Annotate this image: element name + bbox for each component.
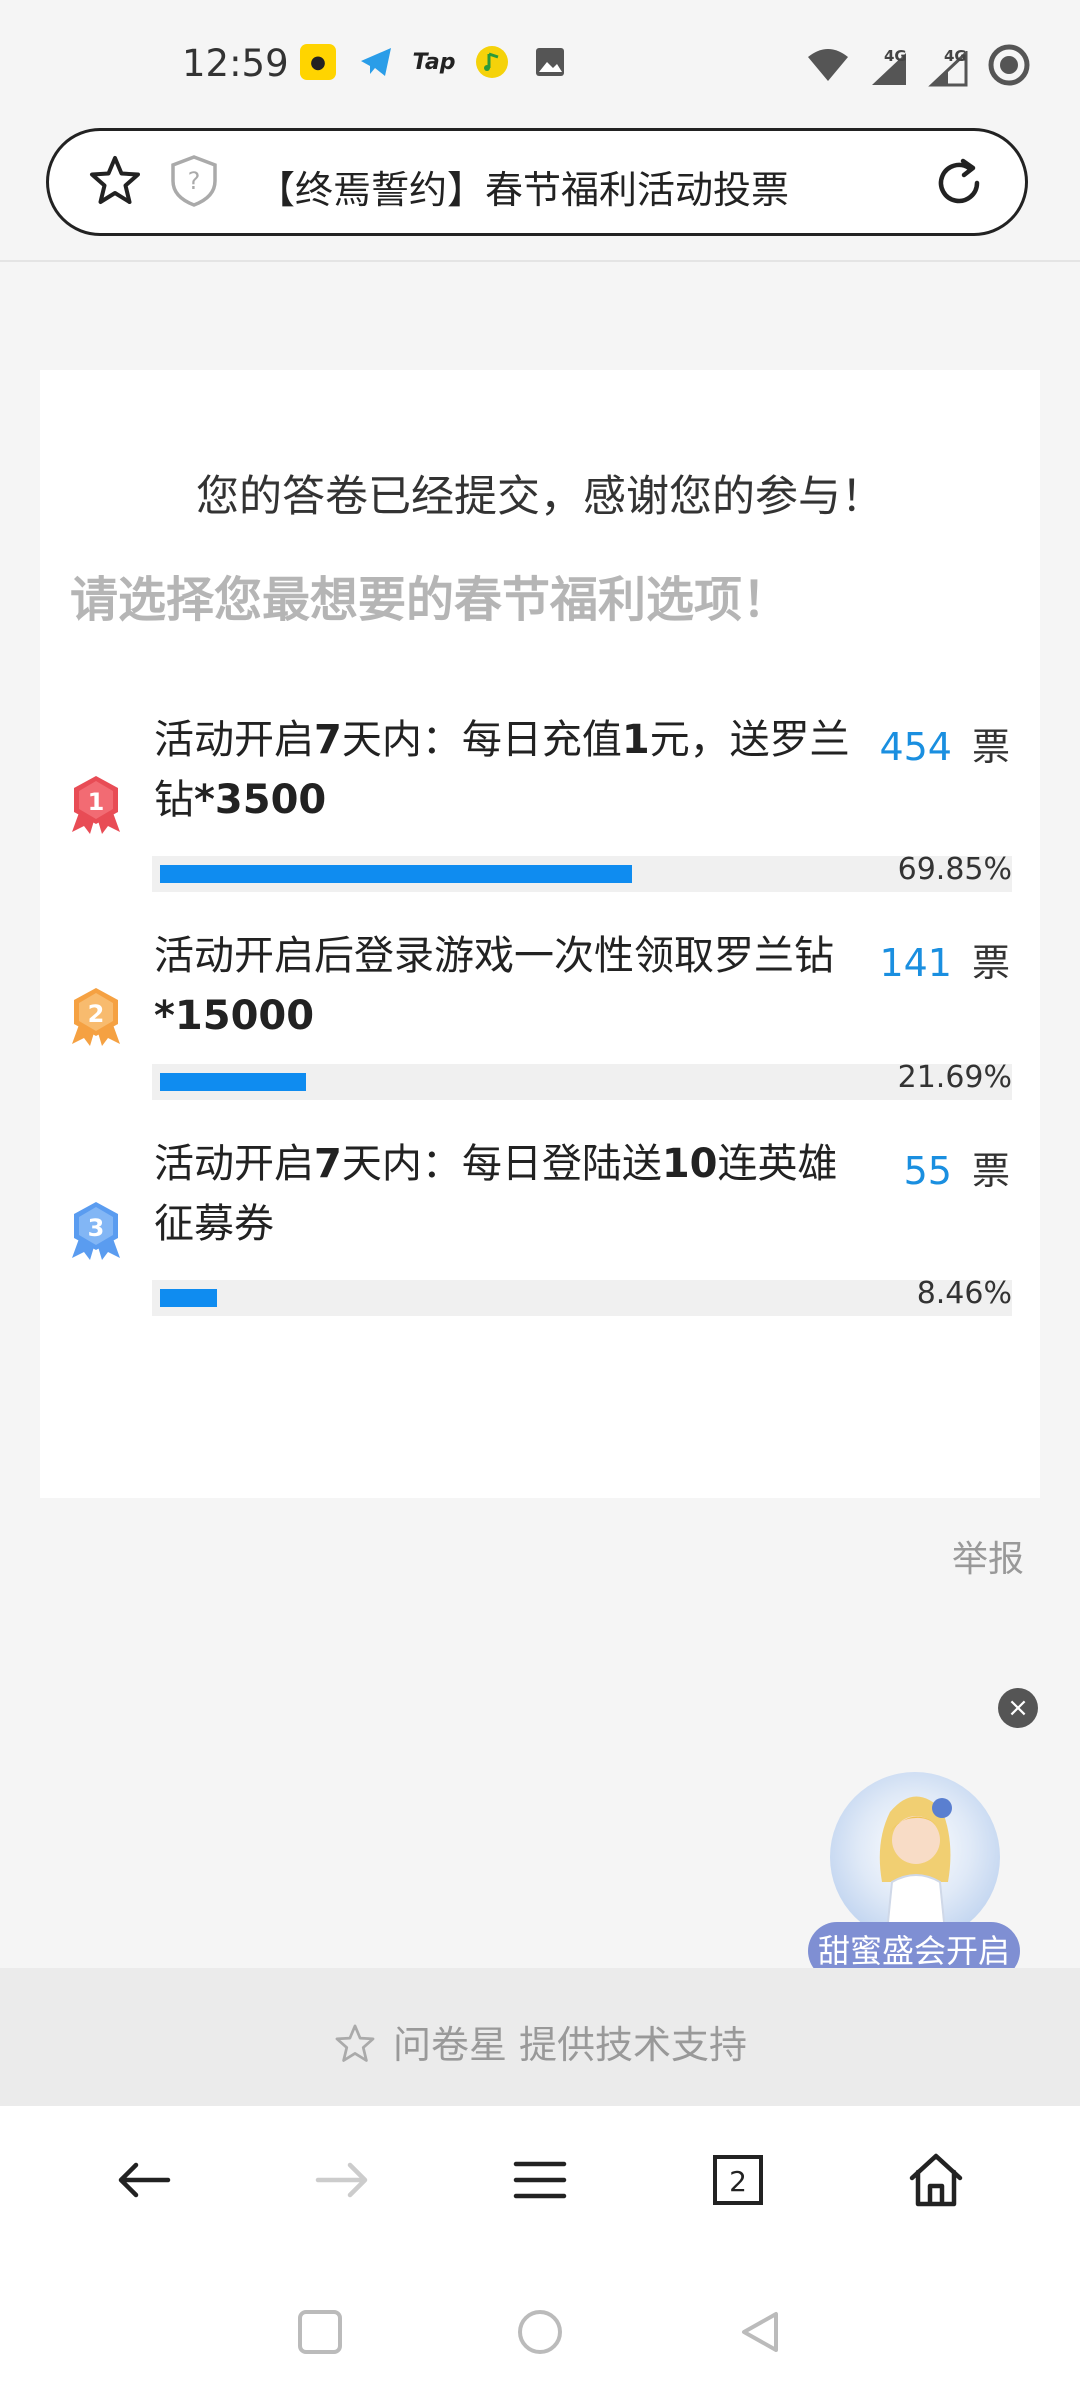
home-circle-icon[interactable] (516, 2308, 564, 2360)
vote-count: 454 票 (879, 725, 1010, 769)
vote-progress-bar: 21.69% (152, 1060, 1012, 1100)
wifi-icon (806, 47, 850, 87)
vote-progress-fill (160, 1073, 306, 1091)
vote-progress-fill (160, 865, 632, 883)
footer-text: 问卷星 提供技术支持 (392, 2023, 748, 2067)
qq-music-icon (474, 44, 510, 80)
battery-icon (988, 44, 1030, 90)
option-label: 活动开启7天内：每日充值1元，送罗兰钻*3500 (154, 717, 850, 823)
telegram-icon (358, 44, 394, 80)
status-bar: 12:59 ● Tap 4G 4G (0, 0, 1080, 130)
system-navigation-bar (0, 2246, 1080, 2400)
promo-close-button[interactable]: × (998, 1688, 1038, 1728)
tab-count: 2 (729, 2165, 747, 2198)
security-shield-icon[interactable]: ? (167, 153, 221, 213)
tabs-button[interactable]: 2 (708, 2150, 768, 2210)
signal-icon-2: 4G (928, 47, 970, 87)
promo-character-image[interactable] (830, 1772, 1000, 1942)
taptap-icon: Tap (412, 49, 456, 75)
address-bar[interactable]: ? 【终焉誓约】春节福利活动投票 (46, 128, 1028, 236)
vote-percent: 8.46% (916, 1276, 1012, 1311)
vote-count: 141 票 (879, 941, 1010, 985)
home-icon[interactable] (906, 2150, 966, 2210)
vote-count: 55 票 (903, 1149, 1010, 1193)
rank-2-medal-icon: 2 (66, 986, 126, 1052)
option-label: 活动开启7天内：每日登陆送10连英雄征募券 (154, 1141, 838, 1247)
question-title: 请选择您最想要的春节福利选项！ (70, 572, 791, 628)
promo-floating-banner[interactable]: 甜蜜盛会开启 (808, 1772, 1020, 1980)
system-status-icons: 4G 4G (806, 44, 1030, 90)
svg-text:1: 1 (88, 788, 105, 816)
svg-text:3: 3 (88, 1214, 105, 1242)
report-link[interactable]: 举报 (952, 1530, 1024, 1582)
back-arrow-icon[interactable] (114, 2150, 174, 2210)
survey-result-card: 您的答卷已经提交，感谢您的参与！ 请选择您最想要的春节福利选项！ 1 活动开启7… (40, 370, 1040, 1498)
browser-toolbar: 2 (0, 2106, 1080, 2246)
status-time: 12:59 (182, 42, 289, 85)
reload-icon[interactable] (931, 155, 987, 215)
bookmark-star-icon[interactable] (87, 153, 143, 213)
menu-icon[interactable] (510, 2150, 570, 2210)
option-label: 活动开启后登录游戏一次性领取罗兰钻 *15000 (154, 933, 834, 1039)
vote-progress-fill (160, 1289, 217, 1307)
thanks-message: 您的答卷已经提交，感谢您的参与！ (196, 472, 884, 522)
recents-square-icon[interactable] (296, 2308, 344, 2360)
wjx-star-icon (335, 2024, 375, 2062)
rank-3-medal-icon: 3 (66, 1200, 126, 1266)
bunny-app-icon: ● (300, 44, 336, 80)
back-triangle-icon[interactable] (736, 2308, 784, 2360)
vote-progress-bar: 8.46% (152, 1276, 1012, 1316)
vote-progress-bar: 69.85% (152, 852, 1012, 892)
svg-text:?: ? (188, 167, 201, 195)
forward-arrow-icon[interactable] (312, 2150, 372, 2210)
signal-icon: 4G (868, 47, 910, 87)
powered-by-footer: 问卷星 提供技术支持 (0, 1968, 1080, 2106)
svg-text:2: 2 (88, 1000, 105, 1028)
page-title[interactable]: 【终焉誓约】春节福利活动投票 (257, 159, 789, 214)
rank-1-medal-icon: 1 (66, 774, 126, 840)
vote-percent: 21.69% (897, 1060, 1012, 1095)
header-divider (0, 260, 1080, 262)
notification-icons: ● Tap (300, 44, 568, 80)
vote-percent: 69.85% (897, 852, 1012, 887)
gallery-icon (532, 44, 568, 80)
